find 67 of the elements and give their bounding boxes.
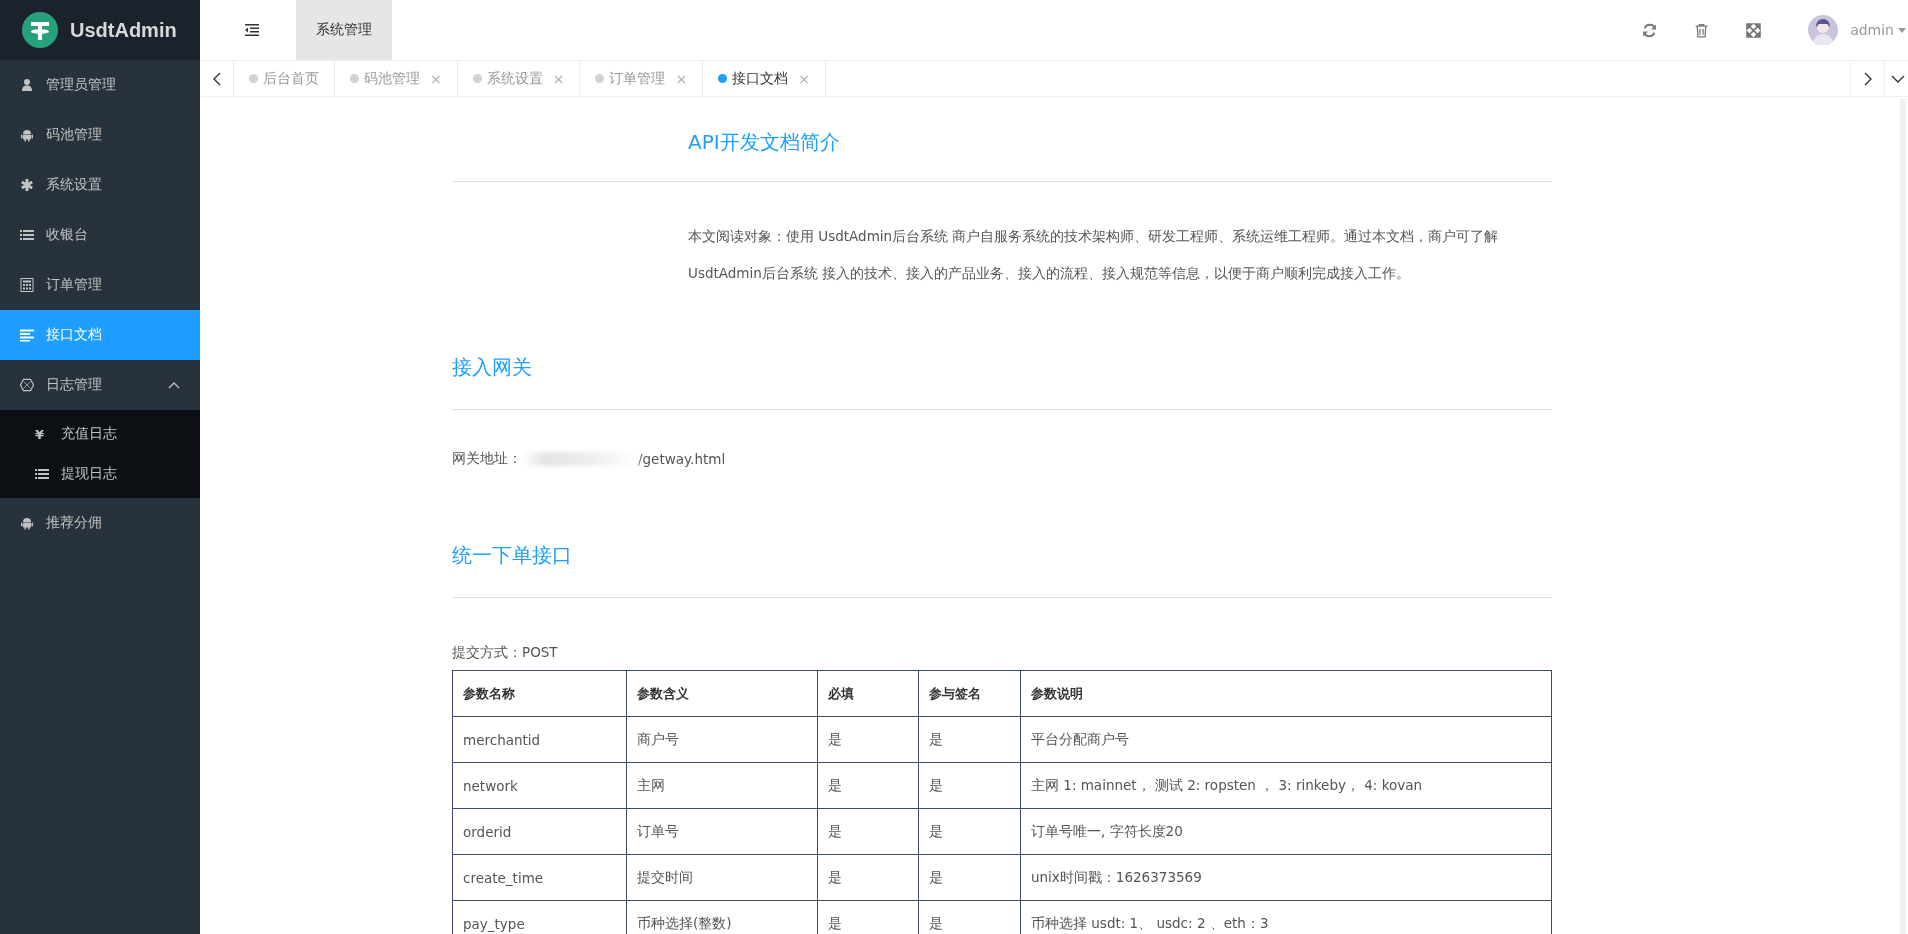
chevron-down-icon bbox=[1891, 74, 1905, 83]
table-cell: pay_type bbox=[452, 900, 627, 934]
list-icon bbox=[35, 467, 49, 481]
intro-text: UsdtAdmin后台系统 接入的技术、接入的产品业务、接入的流程、接入规范等信息，以便于商户顺利完成接入工作。 bbox=[688, 264, 1412, 283]
column-header: 参数名称 bbox=[452, 670, 627, 717]
table-cell: 是 bbox=[817, 762, 919, 809]
asterisk-icon bbox=[20, 178, 34, 192]
table-cell: 平台分配商户号 bbox=[1020, 716, 1552, 763]
column-header: 参数含义 bbox=[626, 670, 818, 717]
gateway-label: 网关地址： bbox=[452, 450, 522, 468]
table-cell: 订单号 bbox=[626, 808, 818, 855]
submenu-item[interactable]: ¥ 充值日志 bbox=[0, 414, 200, 454]
avatar[interactable] bbox=[1808, 15, 1839, 45]
table-cell: 是 bbox=[918, 854, 1021, 901]
table-cell: network bbox=[452, 762, 627, 809]
table-cell: merchantid bbox=[452, 716, 627, 763]
sidebar-item[interactable]: 系统设置 bbox=[0, 160, 200, 210]
section-heading: 接入网关 bbox=[452, 354, 533, 381]
table-cell: orderid bbox=[452, 808, 627, 855]
sidebar-item[interactable]: 收银台 bbox=[0, 210, 200, 260]
table-cell: 主网 1: mainnet， 测试 2: ropsten ， 3: rinkeby， 4: kovan bbox=[1020, 762, 1552, 809]
align-left-icon bbox=[20, 328, 34, 342]
column-header: 参数说明 bbox=[1020, 670, 1552, 717]
sidebar-item[interactable]: 管理员管理 bbox=[0, 60, 200, 110]
calculator-icon bbox=[20, 278, 34, 292]
table-cell: 是 bbox=[817, 716, 919, 763]
fullscreen-icon[interactable] bbox=[1746, 22, 1762, 38]
menu-toggle-icon[interactable] bbox=[245, 24, 259, 36]
top-menu-item[interactable]: 系统管理 bbox=[296, 0, 392, 60]
table-cell: 是 bbox=[918, 716, 1021, 763]
tab-menu-button[interactable] bbox=[1884, 61, 1908, 96]
column-header: 必填 bbox=[817, 670, 919, 717]
table-cell: 商户号 bbox=[626, 716, 818, 763]
hexagon-icon bbox=[20, 378, 34, 392]
table-cell: 是 bbox=[918, 808, 1021, 855]
column-header: 参与签名 bbox=[918, 670, 1021, 717]
android-icon bbox=[20, 516, 34, 530]
table-cell: 是 bbox=[817, 808, 919, 855]
table-cell: 是 bbox=[918, 762, 1021, 809]
trash-icon[interactable] bbox=[1694, 22, 1710, 38]
chevron-right-icon bbox=[1863, 71, 1872, 86]
table-cell: 是 bbox=[817, 854, 919, 901]
submenu-item[interactable]: 提现日志 bbox=[0, 454, 200, 494]
page-tab[interactable]: 接口文档 × bbox=[703, 61, 826, 96]
sidebar-item[interactable]: 订单管理 bbox=[0, 260, 200, 310]
user-icon bbox=[20, 78, 34, 92]
doc-title: API开发文档简介 bbox=[687, 129, 841, 156]
table-cell: 主网 bbox=[626, 762, 818, 809]
list-icon bbox=[20, 228, 34, 242]
intro-text: 本文阅读对象：使用 UsdtAdmin后台系统 商户自服务系统的技术架构师、研发工程师、系统运维工程师。通过本文档，商户可了解 bbox=[688, 227, 1500, 246]
table-cell: unix时间戳：1626373569 bbox=[1020, 854, 1552, 901]
sidebar-item[interactable]: 码池管理 bbox=[0, 110, 200, 160]
table-cell: 提交时间 bbox=[626, 854, 818, 901]
section-heading: 统一下单接口 bbox=[452, 542, 573, 569]
chevron-left-icon bbox=[212, 71, 221, 86]
brand-name: UsdtAdmin bbox=[70, 18, 177, 42]
sidebar-item[interactable]: 推荐分佣 bbox=[0, 498, 200, 548]
android-icon bbox=[20, 128, 34, 142]
sidebar-item[interactable]: 日志管理 bbox=[0, 360, 200, 410]
table-cell: create_time bbox=[452, 854, 627, 901]
caret-icon[interactable] bbox=[1898, 27, 1906, 33]
yen-icon: ¥ bbox=[35, 426, 49, 442]
submit-method: 提交方式：POST bbox=[452, 643, 559, 662]
logo-icon bbox=[22, 12, 58, 48]
refresh-icon[interactable] bbox=[1642, 22, 1658, 38]
table-cell: 订单号唯一, 字符长度20 bbox=[1020, 808, 1552, 855]
gateway-url: /getway.html bbox=[638, 451, 726, 467]
